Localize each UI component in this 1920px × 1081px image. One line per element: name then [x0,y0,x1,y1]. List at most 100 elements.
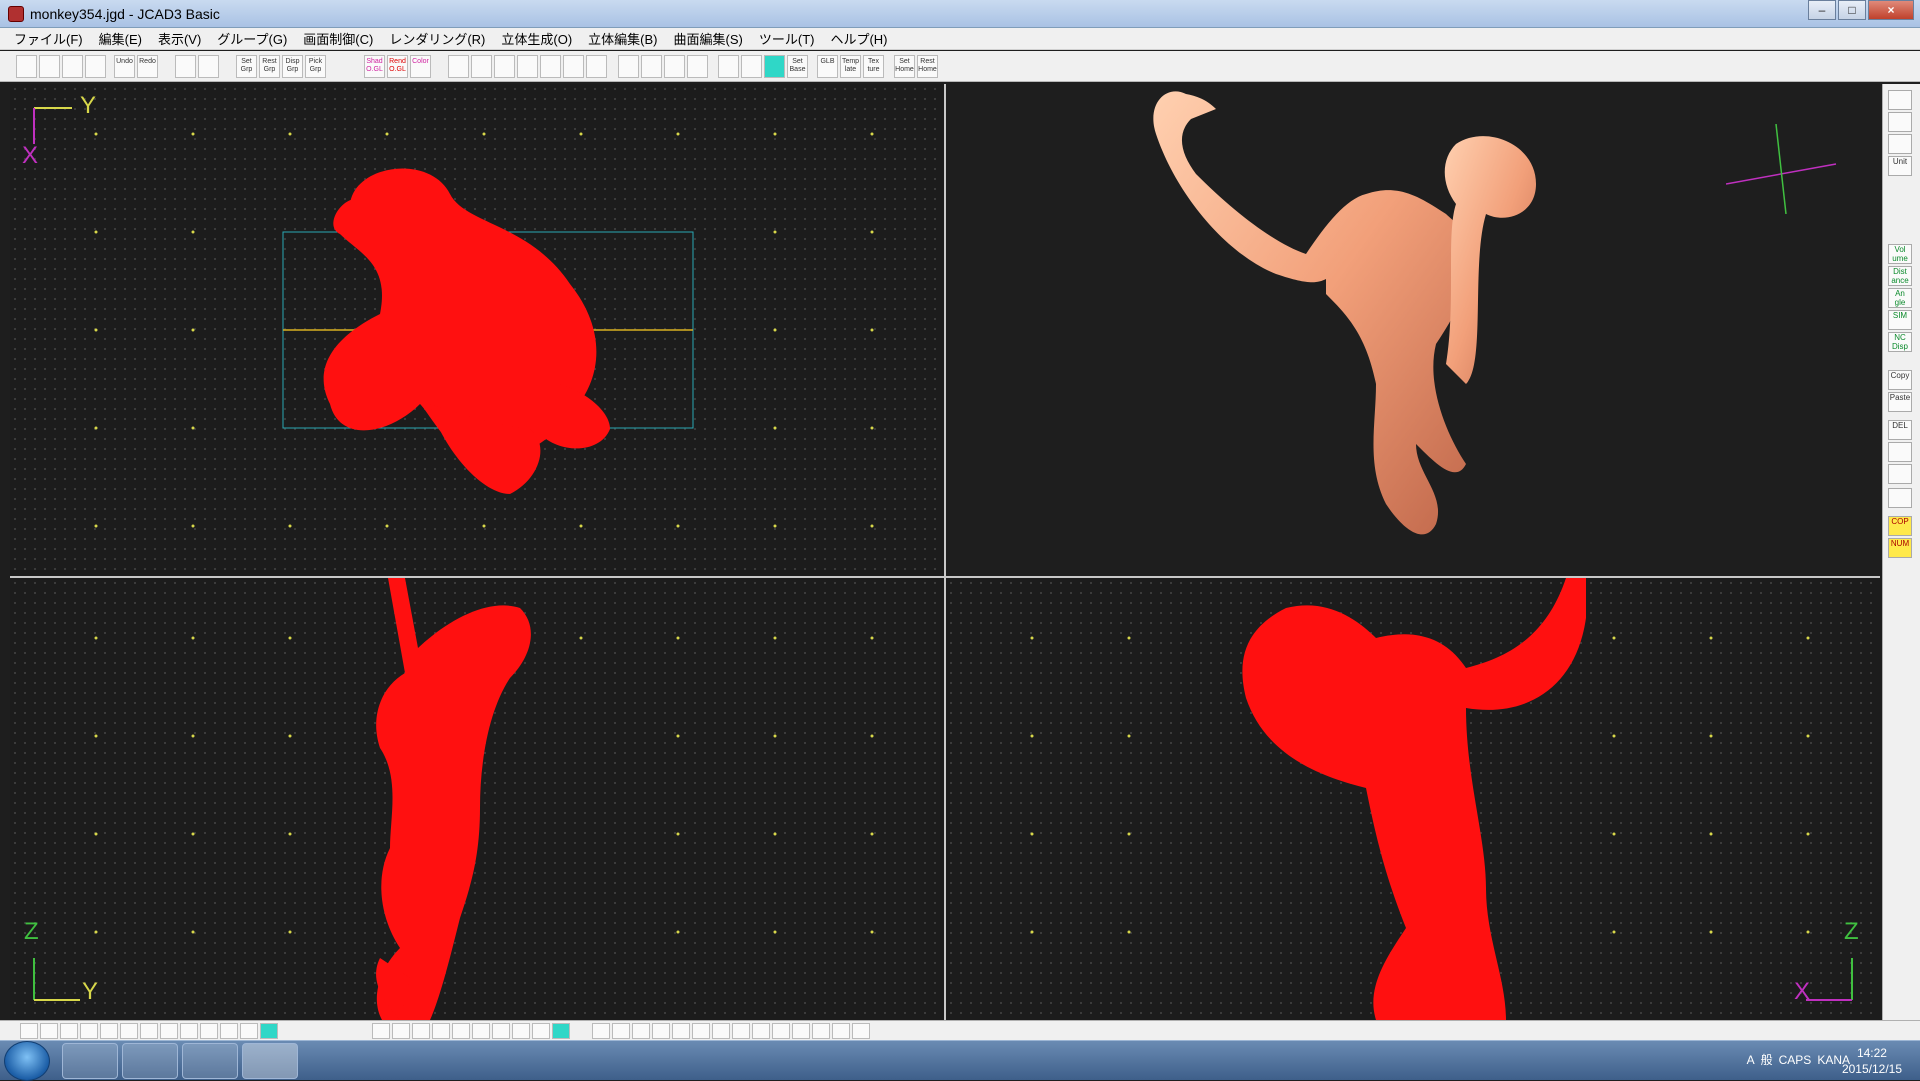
zoom-in-icon[interactable] [448,55,469,78]
zoom-in-red-icon[interactable] [618,55,639,78]
menu-view[interactable]: 表示(V) [158,29,201,48]
arc-tool-icon[interactable] [60,1023,78,1039]
delete-button[interactable]: DEL [1888,420,1912,440]
nc-disp-button[interactable]: NC Disp [1888,332,1912,352]
ime-kan-indicator[interactable]: 般 [1761,1051,1773,1068]
render-ogl-button[interactable]: Rend O.GL [387,55,408,78]
volume-button[interactable]: Vol ume [1888,244,1912,264]
shade-ogl-button[interactable]: Shad O.GL [364,55,385,78]
active-solid-tool-icon[interactable] [552,1023,570,1039]
sim-button[interactable]: SIM [1888,310,1912,330]
zoom-window-icon[interactable] [517,55,538,78]
menu-screen-control[interactable]: 画面制御(C) [303,29,373,48]
check-tool-icon[interactable] [852,1023,870,1039]
list-icon[interactable] [1888,442,1912,462]
back-view-icon[interactable] [586,55,607,78]
undo-button[interactable]: Undo [114,55,135,78]
color-button[interactable]: Color [410,55,431,78]
twist-tool-icon[interactable] [692,1023,710,1039]
rest-grp-button[interactable]: Rest Grp [259,55,280,78]
viewport-side[interactable]: Z X [946,578,1880,1020]
jcad3-taskbar-icon[interactable] [242,1043,298,1079]
layout-icon[interactable] [198,55,219,78]
pattern-tool-icon[interactable] [160,1023,178,1039]
texture-button[interactable]: Tex ture [863,55,884,78]
pan-hand-icon[interactable] [563,55,584,78]
paste-button[interactable]: Paste [1888,392,1912,412]
glb-button[interactable]: GLB [817,55,838,78]
num-button[interactable]: NUM [1888,538,1912,558]
zoom-extent-red-icon[interactable] [664,55,685,78]
camera-icon[interactable] [1888,90,1912,110]
stamp-tool-icon[interactable] [200,1023,218,1039]
zoom-fit-icon[interactable] [494,55,515,78]
set-home-button[interactable]: Set Home [894,55,915,78]
mirror-tool-icon[interactable] [100,1023,118,1039]
menu-group[interactable]: グループ(G) [217,29,287,48]
cop-button[interactable]: COP [1888,516,1912,536]
menu-solid-edit[interactable]: 立体編集(B) [588,29,657,48]
taper-tool-icon[interactable] [712,1023,730,1039]
minimize-button[interactable]: – [1808,0,1836,20]
grid-snap-icon[interactable] [741,55,762,78]
taskbar-clock[interactable]: 14:22 2015/12/15 [1842,1045,1902,1077]
open-file-icon[interactable] [39,55,60,78]
shell-tool-icon[interactable] [532,1023,550,1039]
frame-icon[interactable] [687,55,708,78]
viewport-splitter-vertical[interactable] [944,84,946,1020]
intersect-tool-icon[interactable] [472,1023,490,1039]
copy-button[interactable]: Copy [1888,370,1912,390]
wrap-tool-icon[interactable] [812,1023,830,1039]
subtract-tool-icon[interactable] [452,1023,470,1039]
curve-tool-icon[interactable] [40,1023,58,1039]
chamfer-tool-icon[interactable] [512,1023,530,1039]
line-tool-icon[interactable] [80,1023,98,1039]
active-tool-icon[interactable] [260,1023,278,1039]
grid-active-icon[interactable] [764,55,785,78]
distance-button[interactable]: Dist ance [1888,266,1912,286]
viewport-render[interactable] [946,84,1880,576]
draw-tool-icon[interactable] [20,1023,38,1039]
eye-icon[interactable] [1888,134,1912,154]
move-tool-icon[interactable] [612,1023,630,1039]
disp-grp-button[interactable]: Disp Grp [282,55,303,78]
grid-display-icon[interactable] [718,55,739,78]
slice-tool-icon[interactable] [772,1023,790,1039]
menu-rendering[interactable]: レンダリング(R) [389,29,485,48]
loft-tool-icon[interactable] [140,1023,158,1039]
menu-surface-edit[interactable]: 曲面編集(S) [674,29,743,48]
close-button[interactable]: × [1868,0,1914,20]
tree-icon[interactable] [1888,488,1912,508]
file-explorer-icon[interactable] [122,1043,178,1079]
ime-a-indicator[interactable]: A [1747,1053,1755,1067]
menu-file[interactable]: ファイル(F) [14,29,83,48]
remove-tool-icon[interactable] [832,1023,850,1039]
cut-tool-icon[interactable] [792,1023,810,1039]
printer-3d-icon[interactable] [1888,112,1912,132]
viewport-front[interactable]: Z Y [10,578,944,1020]
measure-tool-icon[interactable] [220,1023,238,1039]
set-grp-button[interactable]: Set Grp [236,55,257,78]
project-tool-icon[interactable] [752,1023,770,1039]
menu-help[interactable]: ヘルプ(H) [830,29,887,48]
viewport-top[interactable]: Y X [10,84,944,576]
layers-icon[interactable] [1888,464,1912,484]
bend-tool-icon[interactable] [672,1023,690,1039]
sweep-tool-icon[interactable] [120,1023,138,1039]
revolve-tool-icon[interactable] [392,1023,410,1039]
maximize-button[interactable]: □ [1838,0,1866,20]
box-tool-icon[interactable] [412,1023,430,1039]
menu-edit[interactable]: 編集(E) [99,29,142,48]
set-base-button[interactable]: Set Base [787,55,808,78]
align-tool-icon[interactable] [652,1023,670,1039]
angle-button[interactable]: An gle [1888,288,1912,308]
start-button[interactable] [4,1041,50,1081]
template-button[interactable]: Temp late [840,55,861,78]
deform-tool-icon[interactable] [732,1023,750,1039]
scale-tool-icon[interactable] [632,1023,650,1039]
new-file-icon[interactable] [16,55,37,78]
redo-button[interactable]: Redo [137,55,158,78]
pick-grp-button[interactable]: Pick Grp [305,55,326,78]
viewport-splitter-horizontal[interactable] [10,576,1880,578]
chrome-icon[interactable] [182,1043,238,1079]
